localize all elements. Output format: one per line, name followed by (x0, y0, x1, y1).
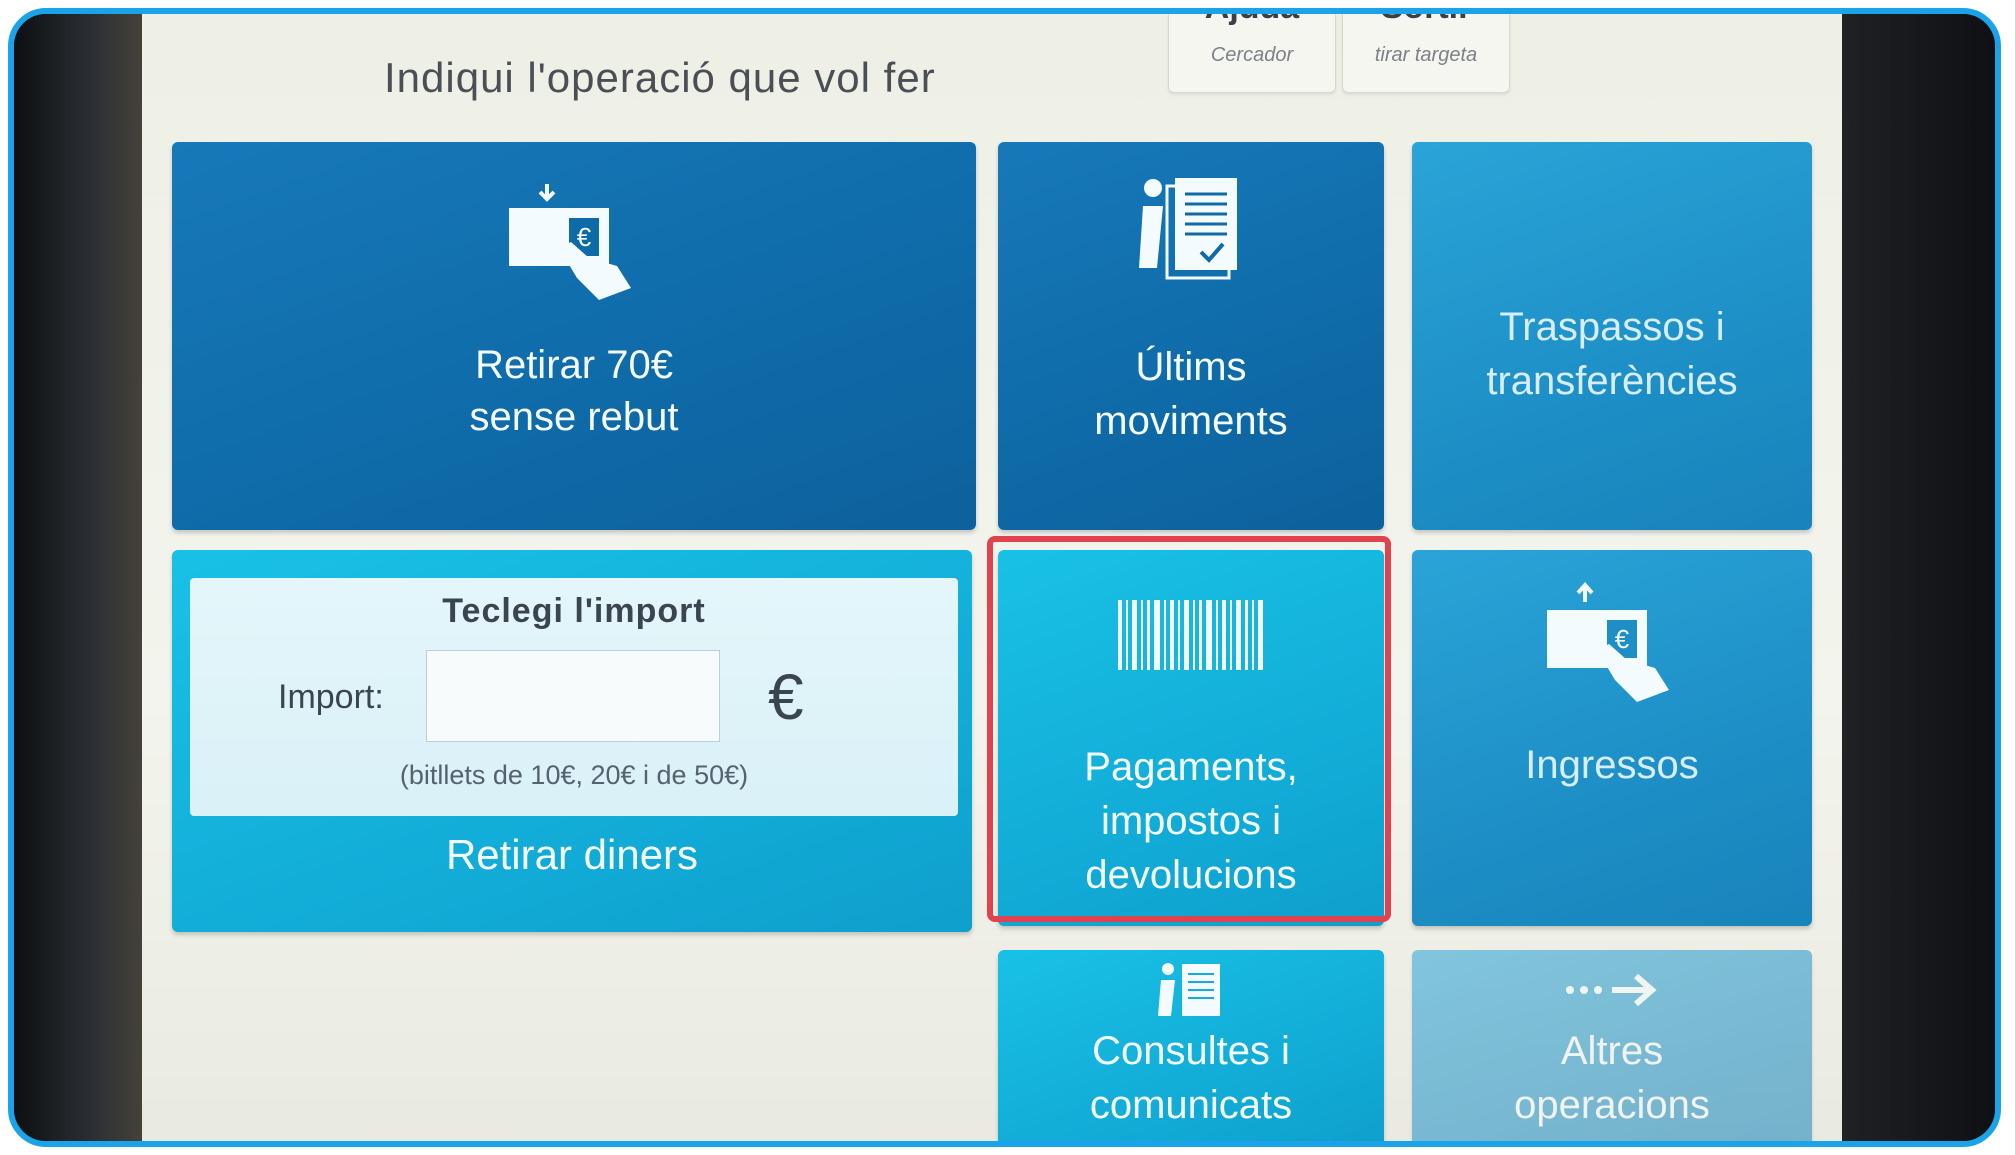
withdraw-money-label: Retirar diners (445, 831, 699, 878)
page-title: Indiqui l'operació que vol fer (384, 54, 936, 101)
help-button[interactable]: Ajuda Cercador (1168, 14, 1336, 93)
deposits-label: Ingressos (1525, 743, 1699, 787)
last-movements-line1: Últims (1135, 345, 1247, 389)
exit-button-sublabel: tirar targeta (1374, 44, 1478, 66)
payments-line3: devolucions (1085, 853, 1297, 897)
deposits-button[interactable]: € Ingressos (1412, 550, 1812, 926)
payments-line1: Pagaments, (1084, 745, 1298, 789)
queries-line1: Consultes i (1092, 1029, 1290, 1073)
amount-entry-panel: Teclegi l'import Import: € (bitllets de … (190, 578, 958, 816)
barcode-icon (1118, 600, 1263, 670)
exit-button[interactable]: Sortir tirar targeta (1342, 14, 1510, 93)
payments-button[interactable]: Pagaments, impostos i devolucions (998, 550, 1384, 926)
payments-line2: impostos i (1100, 799, 1282, 843)
import-label: Import: (278, 678, 384, 716)
exit-button-label: Sortir (1343, 14, 1509, 27)
help-button-sublabel: Cercador (1210, 44, 1294, 66)
other-operations-line2: operacions (1514, 1083, 1710, 1127)
withdraw-70-button[interactable]: € Retirar 70€ sense rebut (172, 142, 976, 530)
info-document-icon (1158, 963, 1220, 1016)
info-document-icon (1139, 178, 1237, 280)
euro-symbol: € (768, 661, 804, 733)
last-movements-line2: moviments (1094, 399, 1288, 443)
atm-screen: Indiqui l'operació que vol fer Ajuda Cer… (142, 14, 1842, 1141)
other-operations-button[interactable]: Altres operacions (1412, 950, 1812, 1141)
amount-entry-title: Teclegi l'import (442, 592, 706, 630)
transfers-line1: Traspassos i (1499, 305, 1725, 349)
withdraw-70-line2: sense rebut (469, 395, 679, 439)
import-amount-input[interactable] (426, 650, 720, 742)
withdraw-70-line1: Retirar 70€ (475, 343, 673, 387)
withdraw-money-panel[interactable]: Teclegi l'import Import: € (bitllets de … (172, 550, 972, 932)
queries-button[interactable]: Consultes i comunicats (998, 950, 1384, 1141)
atm-bezel-left (14, 14, 144, 1141)
svg-text:€: € (577, 222, 592, 252)
other-operations-line1: Altres (1560, 1029, 1664, 1073)
transfers-line2: transferències (1486, 359, 1738, 403)
screenshot-frame: Indiqui l'operació que vol fer Ajuda Cer… (8, 8, 2001, 1147)
cash-deposit-icon: € (1547, 581, 1669, 702)
banknotes-note: (bitllets de 10€, 20€ i de 50€) (399, 760, 749, 790)
svg-text:€: € (1615, 624, 1630, 654)
arrow-right-icon (1566, 973, 1657, 1007)
help-button-label: Ajuda (1169, 14, 1335, 27)
transfers-button[interactable]: Traspassos i transferències (1412, 142, 1812, 530)
queries-line2: comunicats (1089, 1083, 1293, 1127)
cash-withdraw-icon: € (509, 184, 631, 300)
last-movements-button[interactable]: Últims moviments (998, 142, 1384, 530)
